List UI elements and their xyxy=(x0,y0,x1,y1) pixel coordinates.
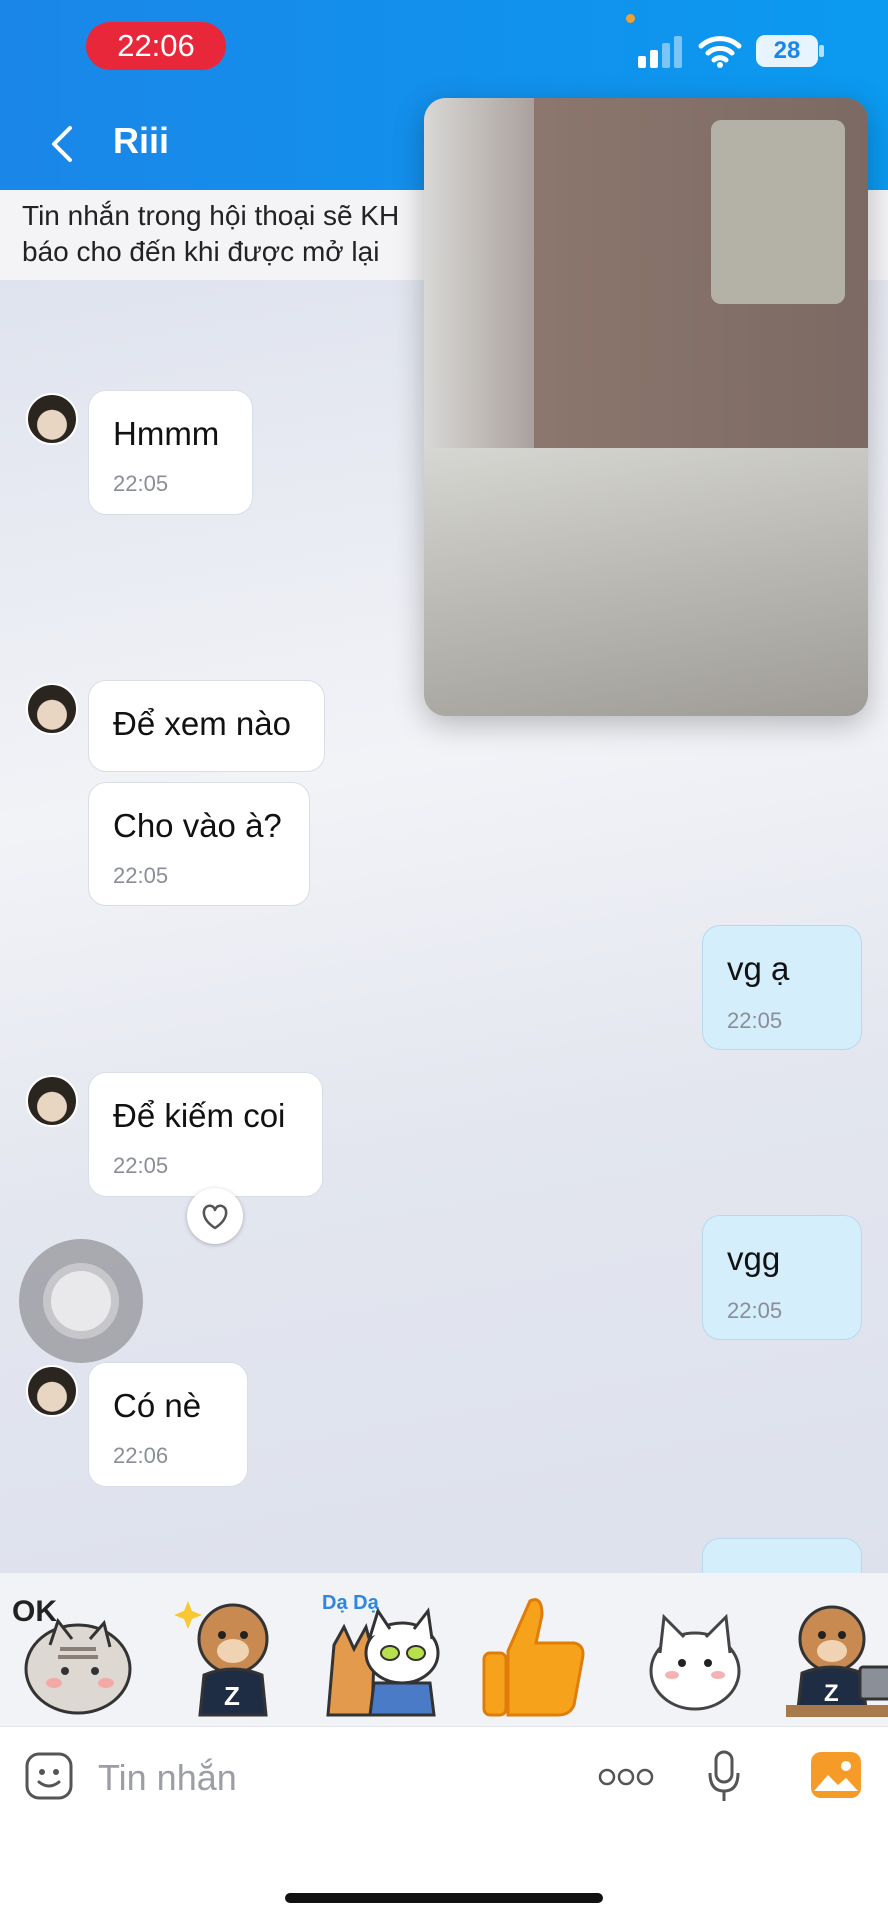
assistive-touch-core xyxy=(51,1271,111,1331)
status-time[interactable]: 22:06 xyxy=(86,22,226,70)
my-message-bubble[interactable]: vg ạ 22:05 xyxy=(702,925,862,1050)
white-cat-sticker[interactable] xyxy=(632,1587,758,1717)
message-bubble[interactable]: Hmmm 22:05 xyxy=(88,390,253,515)
status-bar: 22:06 28 xyxy=(0,0,888,96)
battery-icon: 28 xyxy=(756,35,818,67)
sticker-label: Dạ Dạ xyxy=(322,1592,380,1614)
microphone-icon[interactable] xyxy=(706,1749,742,1803)
ok-cat-sticker[interactable]: OK xyxy=(10,1587,136,1717)
message-text: Cho vào à? xyxy=(113,807,282,844)
sticker-label: Z xyxy=(824,1680,839,1707)
bear-z-sticker[interactable]: Z xyxy=(170,1587,296,1717)
more-icon[interactable] xyxy=(598,1767,654,1787)
message-time: 22:05 xyxy=(727,1008,783,1033)
my-message-bubble[interactable] xyxy=(702,1538,862,1573)
message-bubble[interactable]: Có nè 22:06 xyxy=(88,1362,248,1487)
notice-line-2: báo cho đến khi được mở lại xyxy=(22,236,380,267)
image-icon[interactable] xyxy=(810,1751,862,1799)
message-text: Có nè xyxy=(113,1387,202,1424)
heart-icon xyxy=(202,1204,228,1230)
remote-video-light xyxy=(424,98,534,468)
da-da-cats-sticker[interactable]: Dạ Dạ xyxy=(320,1587,446,1717)
avatar[interactable] xyxy=(26,393,78,445)
message-bubble[interactable]: Để kiếm coi 22:05 xyxy=(88,1072,323,1197)
message-text: Để xem nào xyxy=(113,705,291,742)
message-input[interactable]: Tin nhắn xyxy=(98,1757,237,1799)
message-time: 22:05 xyxy=(113,1153,169,1178)
home-indicator[interactable] xyxy=(285,1893,603,1903)
contact-name[interactable]: Riii xyxy=(113,120,169,162)
video-call-window[interactable] xyxy=(424,98,868,716)
my-message-bubble[interactable]: vgg 22:05 xyxy=(702,1215,862,1340)
notice-line-1: Tin nhắn trong hội thoại sẽ KH xyxy=(22,200,400,231)
message-bubble[interactable]: Cho vào à? 22:05 xyxy=(88,782,310,906)
message-input-bar: Tin nhắn xyxy=(0,1726,888,1921)
avatar[interactable] xyxy=(26,1365,78,1417)
back-chevron-icon[interactable] xyxy=(42,122,82,166)
message-time: 22:05 xyxy=(113,471,169,496)
thumbs-up-sticker[interactable] xyxy=(470,1587,596,1717)
avatar[interactable] xyxy=(26,683,78,735)
camera-indicator-dot xyxy=(626,14,635,23)
message-bubble[interactable]: Để xem nào xyxy=(88,680,325,772)
emoji-icon[interactable] xyxy=(24,1751,74,1801)
bear-laptop-sticker[interactable]: Z xyxy=(780,1587,888,1717)
react-button[interactable] xyxy=(187,1188,243,1244)
message-text: Để kiếm coi xyxy=(113,1097,286,1134)
avatar[interactable] xyxy=(26,1075,78,1127)
message-time: 22:05 xyxy=(727,1298,783,1323)
message-time: 22:06 xyxy=(113,1443,169,1468)
sticker-suggestion-bar: OK Z Dạ Dạ Z xyxy=(0,1573,888,1726)
message-text: vgg xyxy=(727,1240,781,1277)
message-text: Hmmm xyxy=(113,415,220,452)
message-text: vg ạ xyxy=(727,950,790,987)
remote-video-floor xyxy=(424,448,868,716)
battery-level: 28 xyxy=(773,37,801,64)
sticker-label: OK xyxy=(12,1595,57,1628)
battery-cap xyxy=(819,45,824,57)
self-video-preview[interactable] xyxy=(711,120,845,304)
message-time: 22:05 xyxy=(113,863,169,888)
assistive-touch-ring xyxy=(43,1263,119,1339)
sticker-label: Z xyxy=(224,1681,240,1711)
assistive-touch-button[interactable] xyxy=(19,1239,143,1363)
signal-icon xyxy=(638,36,682,68)
wifi-icon xyxy=(698,36,742,68)
